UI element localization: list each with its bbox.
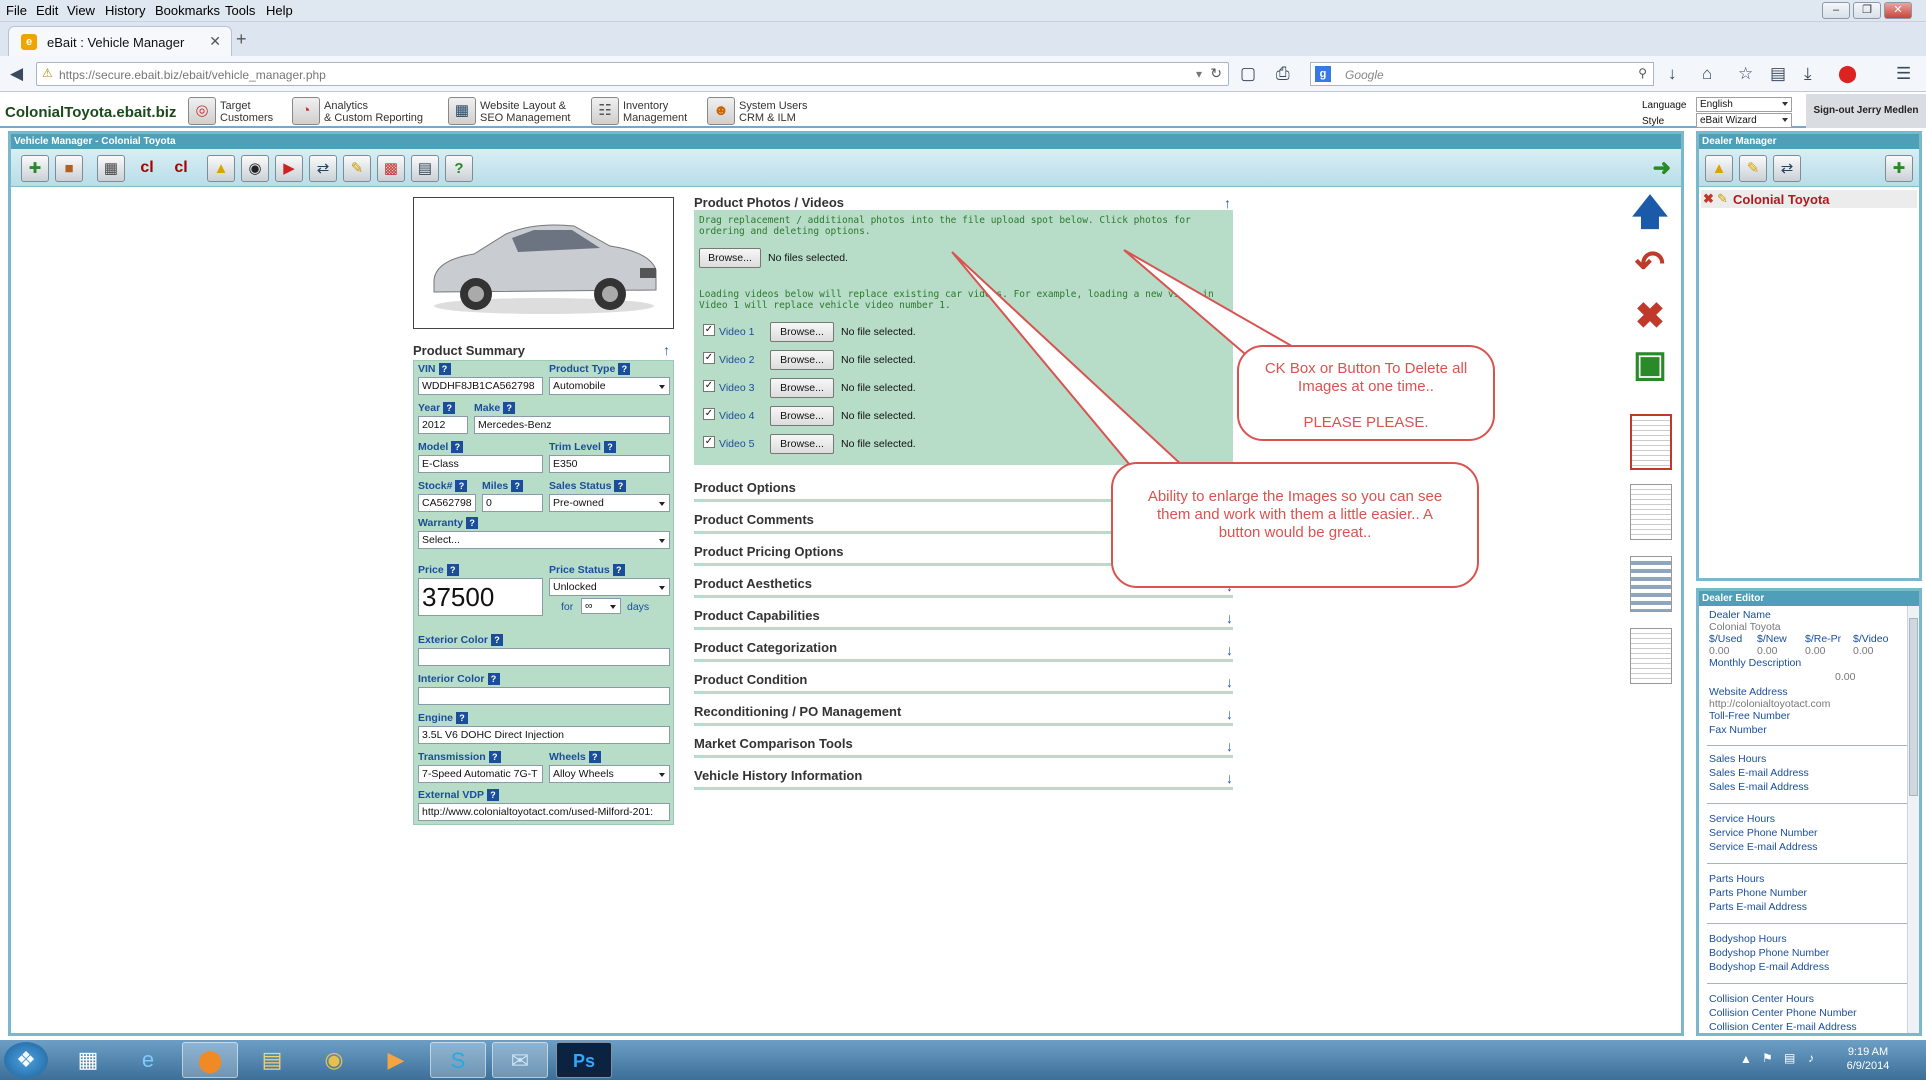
used-price-label: $/Used bbox=[1709, 633, 1743, 645]
service-email-label: Service E-mail Address bbox=[1709, 841, 1818, 853]
used-price-value[interactable]: 0.00 bbox=[1709, 645, 1729, 657]
folder-icon[interactable]: ▲ bbox=[1705, 155, 1733, 182]
website-label: Website Address bbox=[1709, 686, 1788, 698]
firefox-icon[interactable]: ⬤ bbox=[182, 1042, 238, 1078]
tollfree-label: Toll-Free Number bbox=[1709, 710, 1791, 722]
parts-hours-label: Parts Hours bbox=[1709, 873, 1765, 885]
sales-email-label-2: Sales E-mail Address bbox=[1709, 781, 1809, 793]
callout-pointers bbox=[951, 249, 1292, 497]
collision-phone-label: Collision Center Phone Number bbox=[1709, 1007, 1857, 1019]
photoshop-icon[interactable]: Ps bbox=[556, 1042, 612, 1078]
new-price-value[interactable]: 0.00 bbox=[1757, 645, 1777, 657]
flag-icon[interactable]: ⚑ bbox=[1762, 1051, 1773, 1065]
volume-icon[interactable]: ♪ bbox=[1808, 1051, 1814, 1065]
divider bbox=[1707, 983, 1907, 984]
dealer-editor-panel: Dealer Editor Dealer Name Colonial Toyot… bbox=[1696, 588, 1922, 1036]
chrome-icon[interactable]: ◉ bbox=[306, 1042, 362, 1078]
bodyshop-phone-label: Bodyshop Phone Number bbox=[1709, 947, 1830, 959]
sales-hours-label: Sales Hours bbox=[1709, 753, 1767, 765]
dealer-editor-title: Dealer Editor bbox=[1699, 591, 1919, 606]
video-price-value[interactable]: 0.00 bbox=[1853, 645, 1873, 657]
dealer-name-label: Dealer Name bbox=[1709, 609, 1771, 621]
edit-pencil-icon[interactable]: ✎ bbox=[1717, 191, 1728, 207]
tray-arrow-icon[interactable]: ▲ bbox=[1740, 1052, 1752, 1066]
website-value[interactable]: http://colonialtoyotact.com bbox=[1709, 698, 1830, 710]
network-icon[interactable]: ▤ bbox=[1784, 1051, 1795, 1065]
dealer-manager-title: Dealer Manager bbox=[1699, 134, 1919, 149]
dealer-name-value[interactable]: Colonial Toyota bbox=[1709, 621, 1781, 633]
new-price-label: $/New bbox=[1757, 633, 1787, 645]
calculator-icon[interactable]: ▦ bbox=[60, 1042, 116, 1078]
collision-hours-label: Collision Center Hours bbox=[1709, 993, 1815, 1005]
divider bbox=[1707, 745, 1907, 746]
service-phone-label: Service Phone Number bbox=[1709, 827, 1818, 839]
divider bbox=[1707, 803, 1907, 804]
ie-icon[interactable]: e bbox=[120, 1042, 176, 1078]
divider bbox=[1707, 923, 1907, 924]
add-dealer-icon[interactable]: ✚ bbox=[1885, 155, 1913, 182]
taskbar: ❖ ▦ e ⬤ ▤ ◉ ▶ S ✉ Ps ▲ ⚑ ▤ ♪ 9:19 AM 6/9… bbox=[0, 1040, 1926, 1080]
fax-label: Fax Number bbox=[1709, 724, 1767, 736]
bodyshop-email-label: Bodyshop E-mail Address bbox=[1709, 961, 1830, 973]
start-button[interactable]: ❖ bbox=[4, 1042, 48, 1078]
service-hours-label: Service Hours bbox=[1709, 813, 1775, 825]
parts-phone-label: Parts Phone Number bbox=[1709, 887, 1808, 899]
export-icon[interactable]: ⇄ bbox=[1773, 155, 1801, 182]
monthly-label: Monthly Description bbox=[1709, 657, 1802, 669]
dealer-row[interactable]: ✖ ✎ Colonial Toyota bbox=[1701, 190, 1917, 208]
clock[interactable]: 9:19 AM 6/9/2014 bbox=[1838, 1045, 1898, 1073]
dealer-name[interactable]: Colonial Toyota bbox=[1733, 192, 1830, 207]
callout-text: PLEASE PLEASE. bbox=[1303, 414, 1429, 431]
collision-email-label: Collision Center E-mail Address bbox=[1709, 1021, 1857, 1033]
repr-price-label: $/Re-Pr bbox=[1805, 633, 1842, 645]
callout-text: CK Box or Button To Delete all Images at… bbox=[1264, 360, 1468, 395]
scrollbar[interactable] bbox=[1907, 606, 1919, 1033]
monthly-value[interactable]: 0.00 bbox=[1835, 671, 1855, 683]
delete-dealer-icon[interactable]: ✖ bbox=[1703, 191, 1714, 207]
scrollbar-thumb[interactable] bbox=[1909, 618, 1918, 796]
repr-price-value[interactable]: 0.00 bbox=[1805, 645, 1825, 657]
bodyshop-hours-label: Bodyshop Hours bbox=[1709, 933, 1787, 945]
sales-email-label: Sales E-mail Address bbox=[1709, 767, 1809, 779]
explorer-folder-icon[interactable]: ▤ bbox=[244, 1042, 300, 1078]
media-player-icon[interactable]: ▶ bbox=[368, 1042, 424, 1078]
dealer-toolbar: ▲ ✎ ⇄ ✚ bbox=[1699, 149, 1919, 187]
callout-delete-all: CK Box or Button To Delete all Images at… bbox=[1237, 345, 1495, 441]
video-price-label: $/Video bbox=[1853, 633, 1889, 645]
callout-enlarge-images: Ability to enlarge the Images so you can… bbox=[1111, 462, 1479, 588]
divider bbox=[1707, 863, 1907, 864]
clock-time: 9:19 AM bbox=[1847, 1046, 1889, 1058]
thunderbird-icon[interactable]: ✉ bbox=[492, 1042, 548, 1078]
parts-email-label: Parts E-mail Address bbox=[1709, 901, 1808, 913]
dealer-manager-panel: Dealer Manager ▲ ✎ ⇄ ✚ ✖ ✎ Colonial Toyo… bbox=[1696, 131, 1922, 581]
clock-date: 6/9/2014 bbox=[1846, 1060, 1890, 1072]
folder-edit-icon[interactable]: ✎ bbox=[1739, 155, 1767, 182]
skype-icon[interactable]: S bbox=[430, 1042, 486, 1078]
